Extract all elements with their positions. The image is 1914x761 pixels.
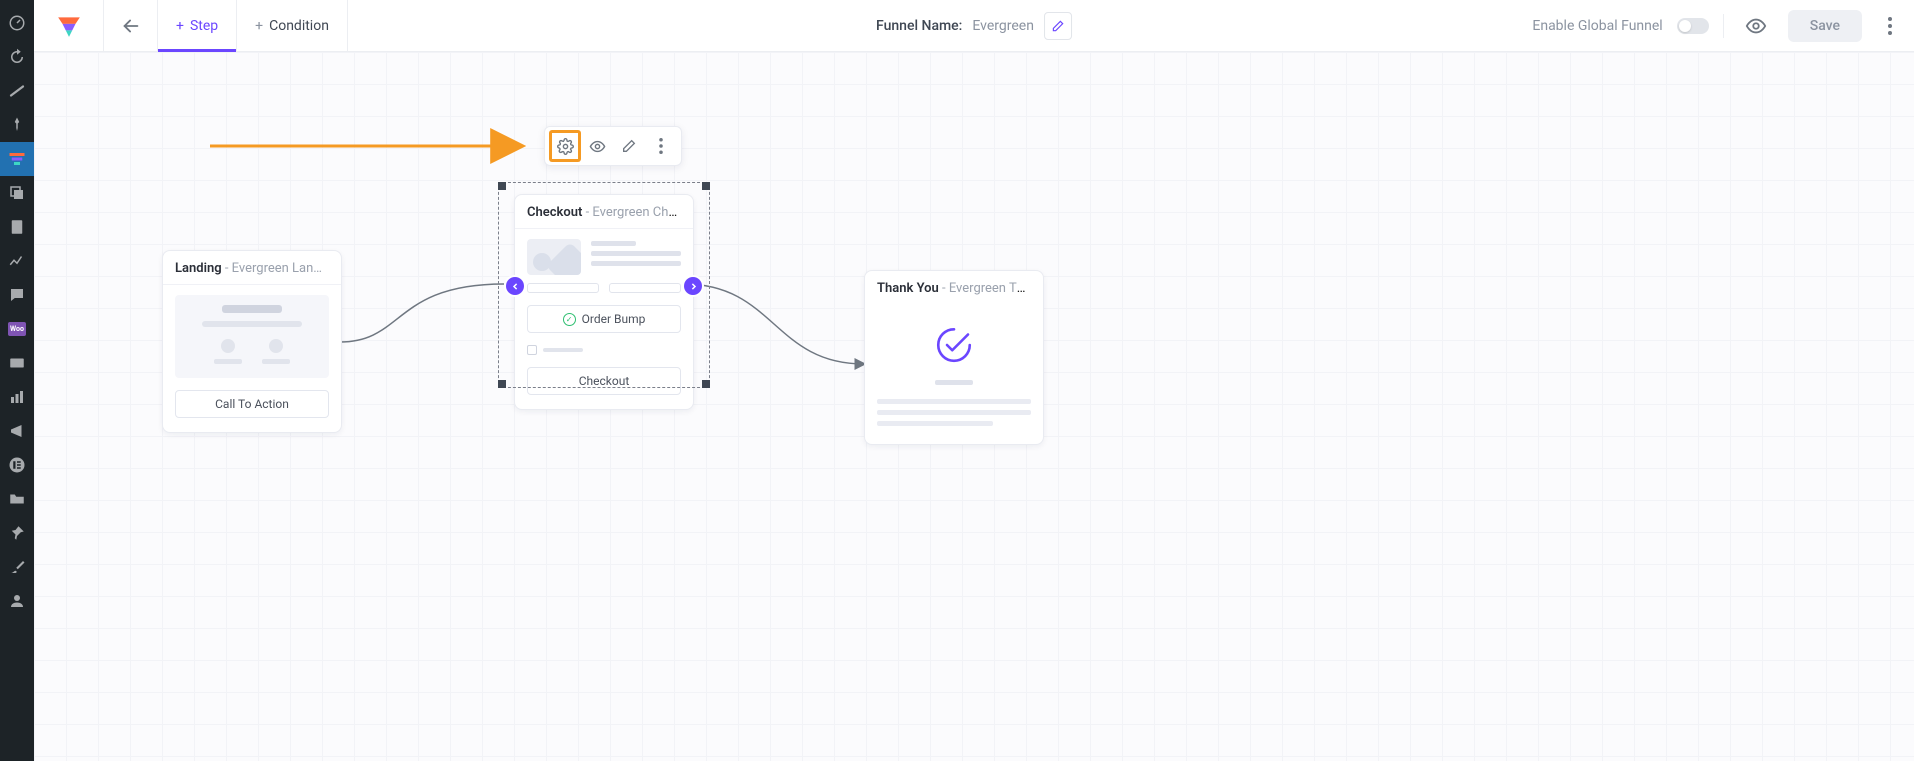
node-toolbar [544,126,682,166]
sidebar-item-funnel[interactable] [0,142,34,176]
landing-cta-button[interactable]: Call To Action [175,390,329,418]
funnel-canvas[interactable]: Landing - Evergreen Lan… Call To Action [34,52,1914,761]
checkout-button[interactable]: Checkout [527,367,681,395]
tab-condition[interactable]: + Condition [237,0,348,51]
checkout-desc: - Evergreen Che… [582,205,684,220]
sidebar-item-media[interactable] [0,176,34,210]
admin-sidebar: Woo [0,0,34,761]
sidebar-item-users[interactable] [0,584,34,618]
thank-you-node-header: Thank You - Evergreen Tha… [865,271,1043,304]
landing-desc: - Evergreen Lan… [222,261,322,276]
sidebar-item-pin[interactable] [0,108,34,142]
funnel-name-block: Funnel Name: Evergreen [876,0,1072,51]
top-tabs: + Step + Condition [158,0,348,51]
sidebar-item-elementor[interactable] [0,448,34,482]
sidebar-item-updates[interactable] [0,40,34,74]
sidebar-item-pin2[interactable] [0,516,34,550]
checkout-handle-out[interactable] [684,277,702,295]
node-edit-button[interactable] [613,130,645,162]
sidebar-item-pages[interactable] [0,210,34,244]
tab-step[interactable]: + Step [158,0,237,51]
node-settings-button[interactable] [549,130,581,162]
landing-node-header: Landing - Evergreen Lan… [163,251,341,284]
order-bump-label: Order Bump [582,312,646,326]
app-logo [34,0,104,51]
landing-title: Landing [175,261,222,276]
landing-thumbnail [175,295,329,378]
sidebar-item-folder[interactable] [0,482,34,516]
node-more-button[interactable] [645,130,677,162]
sidebar-item-analytics[interactable] [0,244,34,278]
topbar: + Step + Condition Funnel Name: Evergree… [34,0,1914,52]
checkout-handle-in[interactable] [506,277,524,295]
node-preview-button[interactable] [581,130,613,162]
funnel-name-value: Evergreen [972,18,1034,34]
tab-step-label: Step [190,18,218,34]
sidebar-item-comments[interactable] [0,278,34,312]
plus-icon: + [255,18,263,34]
topbar-right: Enable Global Funnel Save [1532,0,1914,51]
back-button[interactable] [104,0,158,51]
order-bump-button[interactable]: ✓ Order Bump [527,305,681,333]
check-circle-icon: ✓ [563,313,576,326]
preview-button[interactable] [1738,8,1774,44]
checkout-option-row [527,345,681,355]
sidebar-item-bars[interactable] [0,380,34,414]
checkout-title: Checkout [527,205,582,220]
thank-you-title: Thank You [877,281,939,296]
sidebar-item-woo[interactable]: Woo [0,312,34,346]
tab-condition-label: Condition [269,18,329,34]
landing-node[interactable]: Landing - Evergreen Lan… Call To Action [162,250,342,433]
thank-you-node[interactable]: Thank You - Evergreen Tha… [864,270,1044,445]
sidebar-item-posts[interactable] [0,74,34,108]
topbar-more-button[interactable] [1876,8,1904,44]
checkout-thumbnail [527,239,681,293]
global-funnel-toggle[interactable] [1677,18,1709,34]
divider [1723,14,1724,38]
sidebar-item-dashboard[interactable] [0,6,34,40]
edit-name-button[interactable] [1044,12,1072,40]
sidebar-item-card[interactable] [0,346,34,380]
save-button[interactable]: Save [1788,10,1862,42]
success-check-icon [933,324,975,366]
sidebar-item-brush[interactable] [0,550,34,584]
funnel-name-label: Funnel Name: [876,18,962,34]
global-funnel-label: Enable Global Funnel [1532,18,1662,34]
checkout-node-header: Checkout - Evergreen Che… [515,195,693,228]
plus-icon: + [176,18,184,34]
checkout-node[interactable]: Checkout - Evergreen Che… [514,194,694,410]
sidebar-item-marketing[interactable] [0,414,34,448]
thank-you-desc: - Evergreen Tha… [939,281,1040,296]
